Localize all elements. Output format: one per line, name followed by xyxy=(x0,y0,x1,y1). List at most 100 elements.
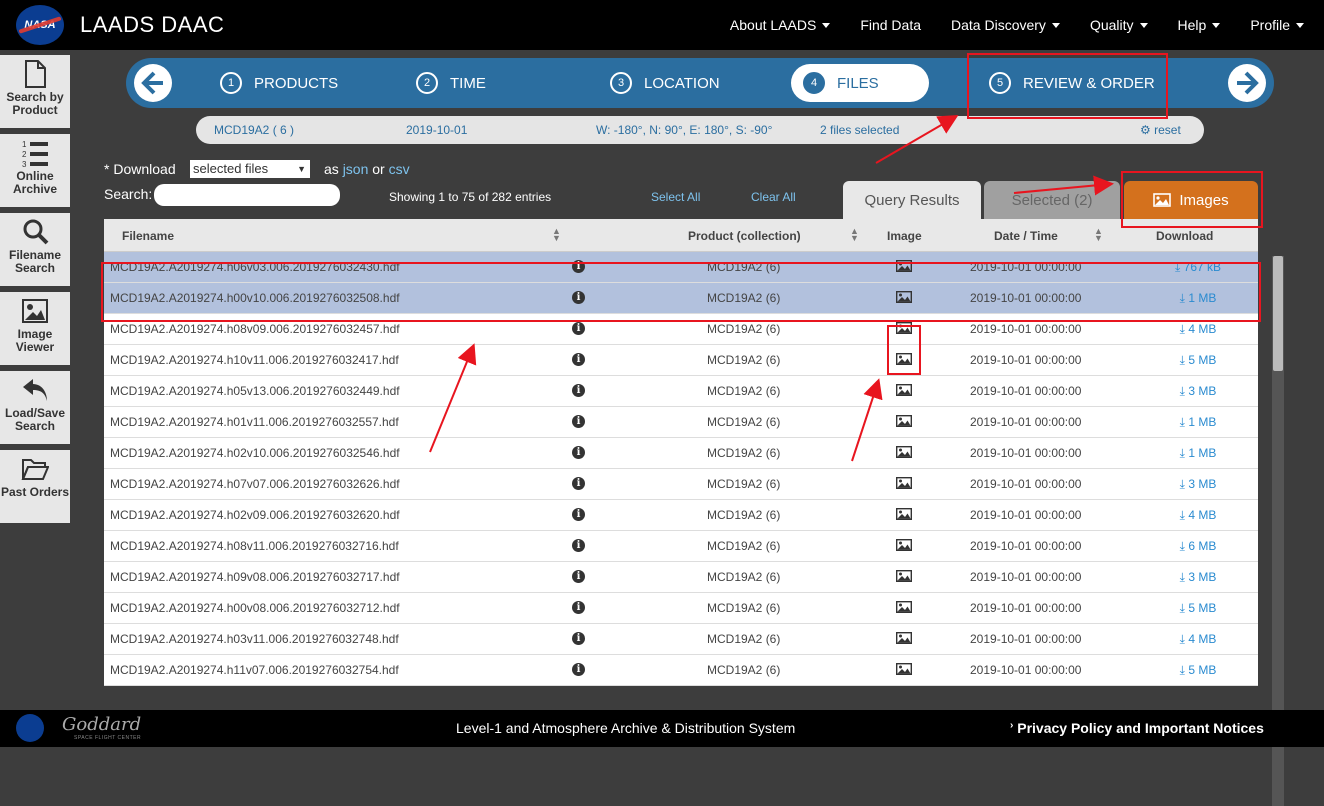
step-time[interactable]: 2 TIME xyxy=(416,58,486,108)
scroll-thumb[interactable] xyxy=(1273,256,1283,371)
nav-help[interactable]: Help xyxy=(1178,17,1221,33)
download-link[interactable]: ⤓ 3 MB xyxy=(1158,477,1238,492)
info-icon[interactable]: i xyxy=(572,291,585,304)
image-icon[interactable] xyxy=(896,601,912,613)
download-link[interactable]: ⤓ 5 MB xyxy=(1158,663,1238,678)
table-row[interactable]: MCD19A2.A2019274.h10v11.006.201927603241… xyxy=(104,345,1258,376)
info-icon[interactable]: i xyxy=(572,601,585,614)
summary-product[interactable]: MCD19A2 ( 6 ) xyxy=(214,123,294,137)
info-icon[interactable]: i xyxy=(572,508,585,521)
nav-quality[interactable]: Quality xyxy=(1090,17,1148,33)
nasa-logo[interactable]: NASA xyxy=(16,5,64,45)
table-row[interactable]: MCD19A2.A2019274.h01v11.006.201927603255… xyxy=(104,407,1258,438)
sidebar-item-online-archive[interactable]: 123 Online Archive xyxy=(0,134,70,207)
summary-selected[interactable]: 2 files selected xyxy=(820,123,899,137)
clear-all-link[interactable]: Clear All xyxy=(751,190,796,204)
download-link[interactable]: ⤓ 3 MB xyxy=(1158,570,1238,585)
sidebar-item-load-save-search[interactable]: Load/Save Search xyxy=(0,371,70,444)
image-icon[interactable] xyxy=(896,508,912,520)
table-row[interactable]: MCD19A2.A2019274.h02v10.006.201927603254… xyxy=(104,438,1258,469)
step-products[interactable]: 1 PRODUCTS xyxy=(220,58,338,108)
info-icon[interactable]: i xyxy=(572,539,585,552)
table-row[interactable]: MCD19A2.A2019274.h03v11.006.201927603274… xyxy=(104,624,1258,655)
info-icon[interactable]: i xyxy=(572,570,585,583)
download-link[interactable]: ⤓ 767 kB xyxy=(1158,260,1238,275)
image-icon[interactable] xyxy=(896,539,912,551)
image-icon[interactable] xyxy=(896,353,912,365)
info-icon[interactable]: i xyxy=(572,415,585,428)
next-step-button[interactable] xyxy=(1228,64,1266,102)
tab-selected[interactable]: Selected (2) xyxy=(984,181,1120,219)
sort-icon[interactable]: ▲ ▼ xyxy=(850,227,859,243)
download-link[interactable]: ⤓ 4 MB xyxy=(1158,322,1238,337)
download-link[interactable]: ⤓ 4 MB xyxy=(1158,508,1238,523)
privacy-policy-link[interactable]: › Privacy Policy and Important Notices xyxy=(1010,720,1264,736)
info-icon[interactable]: i xyxy=(572,663,585,676)
table-row[interactable]: MCD19A2.A2019274.h07v07.006.201927603262… xyxy=(104,469,1258,500)
nav-about-laads[interactable]: About LAADS xyxy=(730,17,831,33)
search-input[interactable] xyxy=(154,184,340,206)
info-icon[interactable]: i xyxy=(572,260,585,273)
app-title[interactable]: LAADS DAAC xyxy=(80,12,224,38)
reset-button[interactable]: ⚙ reset xyxy=(1140,123,1181,137)
json-link[interactable]: json xyxy=(343,161,369,177)
info-icon[interactable]: i xyxy=(572,632,585,645)
image-icon[interactable] xyxy=(896,663,912,675)
col-filename[interactable]: Filename xyxy=(122,229,174,243)
tab-images[interactable]: Images xyxy=(1124,181,1258,219)
image-icon[interactable] xyxy=(896,260,912,272)
download-link[interactable]: ⤓ 6 MB xyxy=(1158,539,1238,554)
csv-link[interactable]: csv xyxy=(389,161,410,177)
table-row[interactable]: MCD19A2.A2019274.h00v10.006.201927603250… xyxy=(104,283,1258,314)
step-review-order[interactable]: 5 REVIEW & ORDER xyxy=(989,58,1155,108)
nav-profile[interactable]: Profile xyxy=(1250,17,1304,33)
nav-find-data[interactable]: Find Data xyxy=(860,17,921,33)
sort-icon[interactable]: ▲ ▼ xyxy=(552,227,561,243)
summary-location[interactable]: W: -180°, N: 90°, E: 180°, S: -90° xyxy=(596,123,772,137)
download-link[interactable]: ⤓ 1 MB xyxy=(1158,291,1238,306)
nav-data-discovery[interactable]: Data Discovery xyxy=(951,17,1060,33)
col-product[interactable]: Product (collection) xyxy=(688,229,801,243)
image-icon[interactable] xyxy=(896,384,912,396)
info-icon[interactable]: i xyxy=(572,477,585,490)
sidebar-item-past-orders[interactable]: Past Orders xyxy=(0,450,70,523)
table-row[interactable]: MCD19A2.A2019274.h06v03.006.201927603243… xyxy=(104,252,1258,283)
image-icon[interactable] xyxy=(896,322,912,334)
download-link[interactable]: ⤓ 5 MB xyxy=(1158,601,1238,616)
sort-icon[interactable]: ▲ ▼ xyxy=(1094,227,1103,243)
image-icon[interactable] xyxy=(896,632,912,644)
table-row[interactable]: MCD19A2.A2019274.h08v11.006.201927603271… xyxy=(104,531,1258,562)
table-row[interactable]: MCD19A2.A2019274.h00v08.006.201927603271… xyxy=(104,593,1258,624)
sidebar-item-search-by-product[interactable]: Search by Product xyxy=(0,55,70,128)
table-row[interactable]: MCD19A2.A2019274.h09v08.006.201927603271… xyxy=(104,562,1258,593)
image-icon[interactable] xyxy=(896,446,912,458)
table-row[interactable]: MCD19A2.A2019274.h02v09.006.201927603262… xyxy=(104,500,1258,531)
download-link[interactable]: ⤓ 5 MB xyxy=(1158,353,1238,368)
download-select[interactable]: selected files xyxy=(190,160,310,178)
nasa-logo-small[interactable] xyxy=(16,714,44,742)
image-icon[interactable] xyxy=(896,291,912,303)
download-link[interactable]: ⤓ 1 MB xyxy=(1158,415,1238,430)
info-icon[interactable]: i xyxy=(572,322,585,335)
summary-date[interactable]: 2019-10-01 xyxy=(406,123,467,137)
col-datetime[interactable]: Date / Time xyxy=(994,229,1058,243)
select-all-link[interactable]: Select All xyxy=(651,190,700,204)
sidebar-item-filename-search[interactable]: Filename Search xyxy=(0,213,70,286)
prev-step-button[interactable] xyxy=(134,64,172,102)
table-row[interactable]: MCD19A2.A2019274.h08v09.006.201927603245… xyxy=(104,314,1258,345)
sidebar-item-image-viewer[interactable]: Image Viewer xyxy=(0,292,70,365)
image-icon[interactable] xyxy=(896,415,912,427)
info-icon[interactable]: i xyxy=(572,384,585,397)
table-row[interactable]: MCD19A2.A2019274.h05v13.006.201927603244… xyxy=(104,376,1258,407)
download-link[interactable]: ⤓ 4 MB xyxy=(1158,632,1238,647)
tab-query-results[interactable]: Query Results xyxy=(843,181,981,219)
step-files[interactable]: 4 FILES xyxy=(791,64,929,102)
download-link[interactable]: ⤓ 1 MB xyxy=(1158,446,1238,461)
goddard-logo[interactable]: Goddard xyxy=(62,714,141,735)
info-icon[interactable]: i xyxy=(572,446,585,459)
image-icon[interactable] xyxy=(896,570,912,582)
image-icon[interactable] xyxy=(896,477,912,489)
table-row[interactable]: MCD19A2.A2019274.h11v07.006.201927603275… xyxy=(104,655,1258,686)
download-link[interactable]: ⤓ 3 MB xyxy=(1158,384,1238,399)
info-icon[interactable]: i xyxy=(572,353,585,366)
